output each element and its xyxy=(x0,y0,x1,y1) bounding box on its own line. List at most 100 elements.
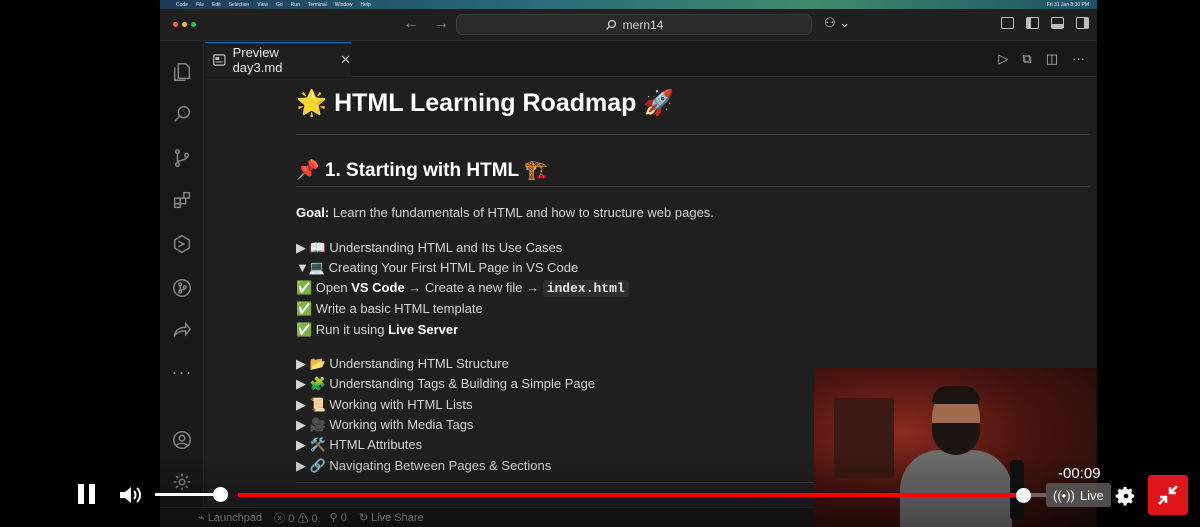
live-share-item[interactable]: ↻ Live Share xyxy=(359,511,424,524)
warning-count: 0 xyxy=(311,512,318,525)
problems-item[interactable]: ⓧ 0 ⚠ 0 xyxy=(274,510,317,526)
toggle-panel-icon[interactable] xyxy=(1051,17,1064,29)
presenter-hair xyxy=(932,386,980,404)
pause-button[interactable] xyxy=(78,484,100,506)
accounts-icon[interactable] xyxy=(168,426,196,454)
command-center-search[interactable]: mern14 xyxy=(456,14,812,35)
goal-label: Goal: xyxy=(296,205,330,220)
step-write-template: ✅ Write a basic HTML template xyxy=(296,301,483,316)
launchpad-item[interactable]: ⌁ Launchpad xyxy=(198,511,262,524)
menu-window[interactable]: Window xyxy=(335,2,353,8)
explorer-icon[interactable] xyxy=(168,58,196,86)
menu-code[interactable]: Code xyxy=(176,2,188,8)
layout-controls xyxy=(1001,17,1089,29)
live-label: Live xyxy=(1079,487,1104,503)
step-bold: Live Server xyxy=(388,322,459,337)
toggle-primary-sidebar-icon[interactable] xyxy=(1026,17,1039,29)
divider xyxy=(296,134,1090,135)
error-count: 0 xyxy=(288,512,295,525)
more-actions-icon[interactable]: ··· xyxy=(1072,51,1085,67)
details-understanding-html[interactable]: ▶ 📖 Understanding HTML and Its Use Cases xyxy=(296,240,562,256)
seek-bar-knob[interactable] xyxy=(1015,488,1031,503)
pause-icon xyxy=(89,484,95,504)
macos-menubar: Code File Edit Selection View Go Run Ter… xyxy=(160,0,1097,9)
search-icon[interactable] xyxy=(168,100,196,128)
tab-close-icon[interactable]: ✕ xyxy=(340,52,351,68)
editor-tabs: Preview day3.md ✕ ▷ ⧉ ◫ ··· xyxy=(205,42,1097,77)
close-window-button[interactable] xyxy=(173,22,178,27)
details-html-structure[interactable]: ▶ 📂 Understanding HTML Structure xyxy=(296,356,509,372)
details-navigating-pages[interactable]: ▶ 🔗 Navigating Between Pages & Sections xyxy=(296,458,551,474)
inline-code: index.html xyxy=(542,280,629,297)
seek-bar[interactable] xyxy=(238,493,1046,497)
source-control-icon[interactable] xyxy=(168,144,196,172)
menu-terminal[interactable]: Terminal xyxy=(308,2,327,8)
volume-slider-knob[interactable] xyxy=(213,487,228,502)
section-heading: 📌 1. Starting with HTML 🏗️ xyxy=(296,160,548,181)
goal-line: Goal: Learn the fundamentals of HTML and… xyxy=(296,205,714,220)
menu-selection[interactable]: Selection xyxy=(229,2,250,8)
preview-icon xyxy=(213,54,226,66)
details-first-html-page[interactable]: ▼💻 Creating Your First HTML Page in VS C… xyxy=(296,260,578,276)
live-share-label: Live Share xyxy=(371,512,424,524)
live-share-icon[interactable] xyxy=(168,316,196,344)
menu-view[interactable]: View xyxy=(257,2,268,8)
divider xyxy=(296,186,1090,187)
details-media-tags[interactable]: ▶ 🎥 Working with Media Tags xyxy=(296,417,473,433)
menubar-clock[interactable]: Fri 31 Jan 8:30 PM xyxy=(1047,2,1089,8)
live-badge[interactable]: ((•)) Live xyxy=(1046,483,1111,507)
traffic-lights xyxy=(173,22,196,27)
remote-explorer-icon[interactable] xyxy=(168,230,196,258)
menu-file[interactable]: File xyxy=(196,2,204,8)
back-arrow-icon[interactable]: ← xyxy=(403,15,419,33)
activity-bar: ··· xyxy=(160,42,204,527)
step-run-live-server: ✅ Run it using Live Server xyxy=(296,322,458,338)
background-shelf xyxy=(834,398,894,478)
launchpad-label: Launchpad xyxy=(207,512,263,524)
minimize-window-button[interactable] xyxy=(182,22,187,27)
pause-icon xyxy=(78,484,84,504)
live-broadcast-icon: ((•)) xyxy=(1053,487,1075,503)
step-open-vscode: ✅ Open VS Code → Create a new file → ind… xyxy=(296,280,629,297)
run-icon[interactable]: ▷ xyxy=(998,51,1008,67)
goal-text: Learn the fundamentals of HTML and how t… xyxy=(329,205,714,220)
seek-bar-played xyxy=(238,493,1024,497)
exit-fullscreen-button[interactable] xyxy=(1148,475,1188,515)
toggle-secondary-sidebar-icon[interactable] xyxy=(1076,17,1089,29)
forward-arrow-icon[interactable]: → xyxy=(433,15,449,33)
menu-run[interactable]: Run xyxy=(291,2,300,8)
manage-gear-icon[interactable] xyxy=(168,468,196,496)
git-graph-icon[interactable] xyxy=(168,274,196,302)
menu-go[interactable]: Go xyxy=(276,2,283,8)
exit-fullscreen-icon xyxy=(1158,485,1178,505)
volume-icon[interactable] xyxy=(118,485,144,505)
menu-edit[interactable]: Edit xyxy=(212,2,221,8)
zoom-window-button[interactable] xyxy=(191,22,196,27)
command-center-text: mern14 xyxy=(622,17,664,32)
tab-preview-day3[interactable]: Preview day3.md ✕ xyxy=(205,42,351,77)
open-source-icon[interactable]: ⧉ xyxy=(1022,51,1031,67)
step-text: → Create a new file → xyxy=(404,280,543,295)
step-bold: VS Code xyxy=(351,280,405,295)
time-remaining: -00:09 xyxy=(1058,465,1101,482)
ports-item[interactable]: ⚲ 0 xyxy=(330,511,347,524)
details-tags-simple-page[interactable]: ▶ 🧩 Understanding Tags & Building a Simp… xyxy=(296,376,595,392)
search-icon xyxy=(605,19,616,30)
split-editor-icon[interactable]: ◫ xyxy=(1046,51,1058,67)
settings-gear-icon[interactable] xyxy=(1115,485,1137,507)
extensions-icon[interactable] xyxy=(168,186,196,214)
step-text: ✅ Open xyxy=(296,280,352,295)
volume-slider-track[interactable] xyxy=(155,493,213,496)
page-title: 🌟 HTML Learning Roadmap 🚀 xyxy=(296,89,675,117)
details-html-attributes[interactable]: ▶ 🛠️ HTML Attributes xyxy=(296,437,422,453)
copilot-icon[interactable]: ⚇ ⌄ xyxy=(824,15,850,31)
menu-help[interactable]: Help xyxy=(361,2,371,8)
editor-actions: ▷ ⧉ ◫ ··· xyxy=(998,51,1085,67)
presenter-body xyxy=(900,450,1012,527)
more-icon[interactable]: ··· xyxy=(168,358,196,386)
nav-arrows: ← → xyxy=(403,15,449,33)
step-text: ✅ Run it using xyxy=(296,322,389,337)
title-bar: ← → mern14 ⚇ ⌄ xyxy=(160,9,1097,41)
customize-layout-icon[interactable] xyxy=(1001,17,1014,29)
details-html-lists[interactable]: ▶ 📜 Working with HTML Lists xyxy=(296,397,472,413)
